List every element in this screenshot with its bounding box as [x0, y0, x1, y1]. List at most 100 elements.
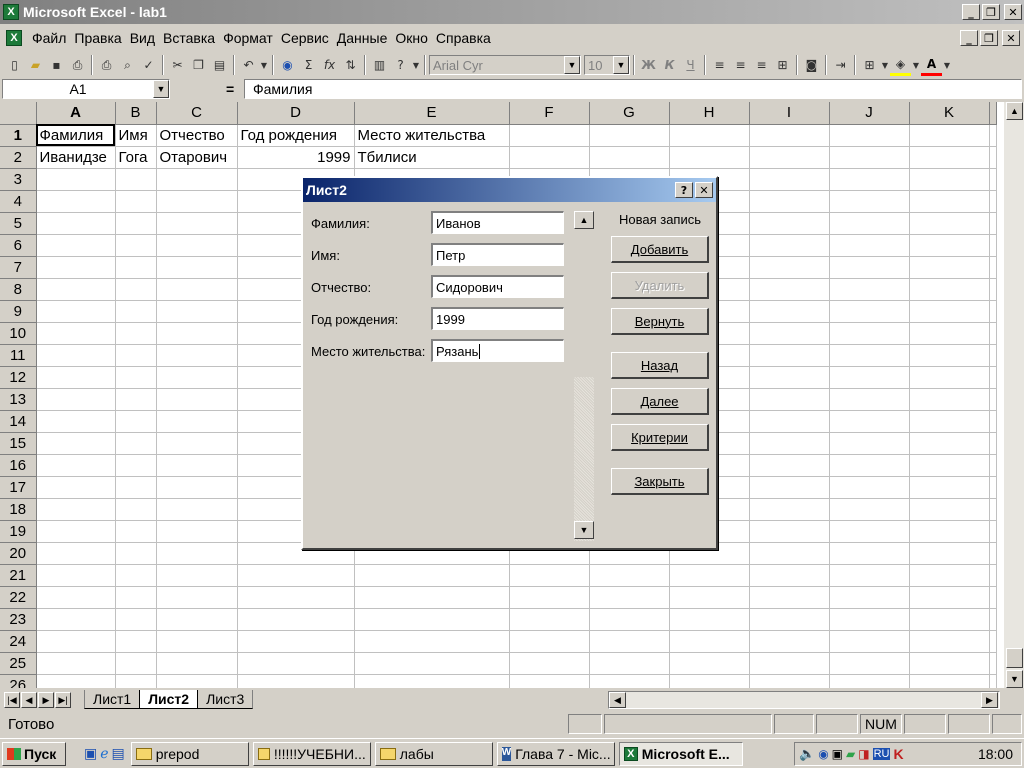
cell[interactable]: [36, 168, 116, 191]
cell[interactable]: [989, 542, 997, 565]
cell[interactable]: [749, 212, 830, 235]
currency-icon[interactable]: ◙: [801, 55, 822, 76]
cell[interactable]: [115, 234, 157, 257]
cell[interactable]: [829, 630, 910, 653]
cell[interactable]: [156, 388, 238, 411]
cell[interactable]: Год рождения: [237, 124, 355, 147]
cell[interactable]: [909, 586, 990, 609]
cell[interactable]: [156, 190, 238, 213]
cell[interactable]: [115, 608, 157, 631]
cell[interactable]: [909, 256, 990, 279]
menu-window[interactable]: Окно: [391, 30, 432, 46]
cell[interactable]: [909, 410, 990, 433]
cell[interactable]: [156, 322, 238, 345]
cell[interactable]: [36, 608, 116, 631]
sheet-tab-1[interactable]: Лист1: [84, 690, 140, 709]
cell[interactable]: [669, 146, 750, 169]
cell[interactable]: [909, 388, 990, 411]
cell[interactable]: [156, 344, 238, 367]
open-icon[interactable]: ▰: [25, 55, 46, 76]
cell[interactable]: [909, 234, 990, 257]
cell[interactable]: [829, 124, 910, 147]
cell[interactable]: [989, 212, 997, 235]
cell[interactable]: Гога: [115, 146, 157, 169]
cell[interactable]: [989, 564, 997, 587]
row-header[interactable]: 8: [0, 278, 37, 301]
cell[interactable]: [115, 300, 157, 323]
column-header[interactable]: A: [36, 102, 116, 125]
hyperlink-icon[interactable]: ◉: [277, 55, 298, 76]
row-header[interactable]: 22: [0, 586, 37, 609]
cell[interactable]: [115, 476, 157, 499]
menu-file[interactable]: Файл: [28, 30, 70, 46]
row-header[interactable]: 7: [0, 256, 37, 279]
cell[interactable]: [749, 256, 830, 279]
cell[interactable]: [36, 278, 116, 301]
menu-format[interactable]: Формат: [219, 30, 277, 46]
cell[interactable]: [909, 322, 990, 345]
cell[interactable]: [156, 212, 238, 235]
criteria-button[interactable]: Критерии: [611, 424, 709, 451]
cell[interactable]: [156, 608, 238, 631]
cell[interactable]: [115, 322, 157, 345]
cell[interactable]: [156, 454, 238, 477]
cell[interactable]: [749, 674, 830, 688]
cell[interactable]: [909, 498, 990, 521]
cell[interactable]: [829, 674, 910, 688]
cell[interactable]: [156, 586, 238, 609]
scroll-thumb[interactable]: [1006, 648, 1023, 668]
cell[interactable]: [115, 388, 157, 411]
cell[interactable]: [509, 674, 590, 688]
cell[interactable]: [989, 146, 997, 169]
cell[interactable]: [36, 344, 116, 367]
row-header[interactable]: 11: [0, 344, 37, 367]
cell[interactable]: [669, 586, 750, 609]
cell[interactable]: [669, 674, 750, 688]
cell[interactable]: [36, 542, 116, 565]
cell[interactable]: [36, 520, 116, 543]
delete-button[interactable]: Удалить: [611, 272, 709, 299]
row-header[interactable]: 10: [0, 322, 37, 345]
record-scroll-thumb[interactable]: [574, 229, 594, 377]
cell[interactable]: [156, 498, 238, 521]
cell[interactable]: [115, 344, 157, 367]
cell[interactable]: [669, 124, 750, 147]
row-header[interactable]: 18: [0, 498, 37, 521]
cell[interactable]: [749, 146, 830, 169]
scroll-down-icon[interactable]: ▼: [574, 521, 594, 539]
cell[interactable]: [989, 608, 997, 631]
cell[interactable]: [829, 498, 910, 521]
tray-battery-icon[interactable]: ▰: [846, 747, 855, 761]
cell[interactable]: [354, 674, 510, 688]
cell[interactable]: [115, 278, 157, 301]
cell[interactable]: 1999: [237, 146, 355, 169]
new-icon[interactable]: ▯: [4, 55, 25, 76]
cell[interactable]: [989, 278, 997, 301]
excel-app-icon[interactable]: X: [3, 4, 19, 20]
next-sheet-icon[interactable]: ▶: [38, 692, 54, 708]
cell[interactable]: [36, 410, 116, 433]
cell[interactable]: [156, 652, 238, 675]
column-header[interactable]: B: [115, 102, 157, 125]
cell[interactable]: [156, 366, 238, 389]
column-header[interactable]: C: [156, 102, 238, 125]
doc-restore-button[interactable]: ❐: [980, 30, 998, 46]
vertical-scrollbar[interactable]: ▲ ▼: [1004, 102, 1024, 688]
cell[interactable]: [749, 388, 830, 411]
doc-close-button[interactable]: ✕: [1002, 30, 1020, 46]
cell[interactable]: [749, 168, 830, 191]
cell[interactable]: [156, 542, 238, 565]
sort-icon[interactable]: ⇅: [340, 55, 361, 76]
cell[interactable]: [237, 586, 355, 609]
row-header[interactable]: 15: [0, 432, 37, 455]
cell[interactable]: [989, 476, 997, 499]
cell[interactable]: [909, 564, 990, 587]
cell[interactable]: [829, 190, 910, 213]
underline-button[interactable]: Ч: [680, 55, 701, 76]
cell[interactable]: [749, 322, 830, 345]
cell[interactable]: [989, 322, 997, 345]
cell[interactable]: [669, 564, 750, 587]
cell[interactable]: Тбилиси: [354, 146, 510, 169]
cell[interactable]: [989, 454, 997, 477]
cell[interactable]: [156, 520, 238, 543]
